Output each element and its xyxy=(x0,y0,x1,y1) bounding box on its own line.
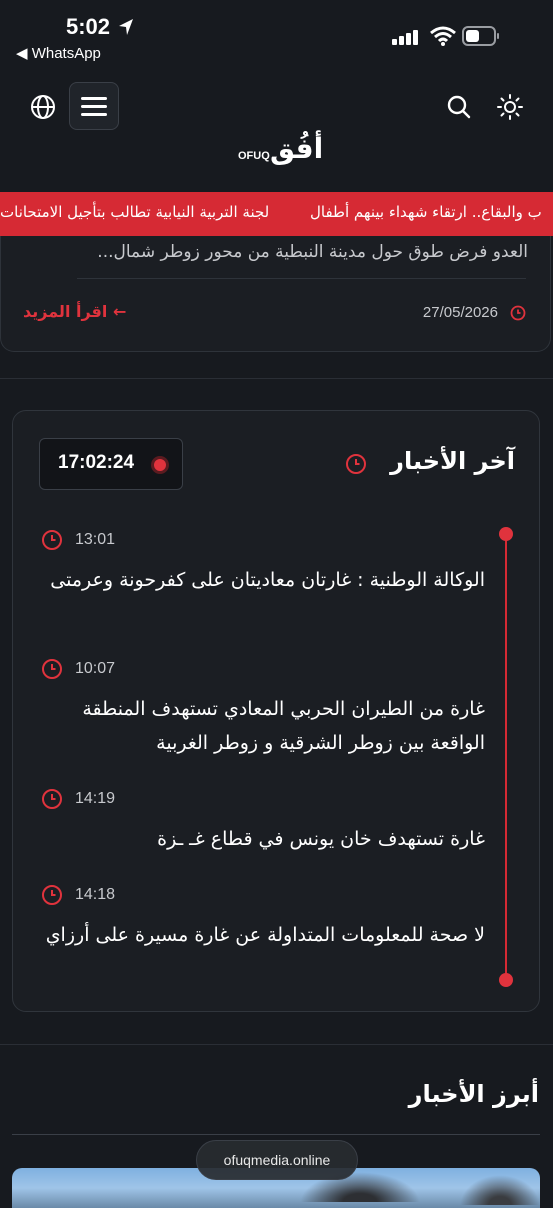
timeline-line xyxy=(505,533,507,979)
ticker-item[interactable]: ب والبقاع.. ارتقاء شهداء بينهم أطفال xyxy=(310,203,542,221)
globe-language-icon[interactable] xyxy=(30,94,56,120)
article-date: 27/05/2026 xyxy=(422,304,498,321)
article-card[interactable]: العدو فرض طوق حول مدينة النبطية من محور … xyxy=(0,236,551,352)
live-clock: 17:02:24 xyxy=(39,438,183,490)
hamburger-icon xyxy=(81,97,107,116)
timeline-start-dot xyxy=(499,527,513,541)
site-logo[interactable]: OFUQ أفُق xyxy=(236,132,326,178)
news-time: 10:07 xyxy=(75,660,116,677)
live-indicator-dot xyxy=(154,459,166,471)
clock-icon xyxy=(42,659,62,679)
image-tree-silhouette xyxy=(460,1175,540,1205)
location-arrow-icon xyxy=(119,19,133,35)
latest-news-title: آخر الأخبار xyxy=(390,447,515,475)
back-to-whatsapp-link[interactable]: ◀ WhatsApp xyxy=(16,44,101,62)
section-separator xyxy=(0,1044,553,1045)
ticker-item[interactable]: لجنة التربية النيابية تطالب بتأجيل الامت… xyxy=(0,203,269,221)
news-headline[interactable]: غارة من الطيران الحربي المعادي تستهدف ال… xyxy=(37,692,485,760)
logo-arabic: أفُق xyxy=(270,132,324,165)
battery-icon xyxy=(462,26,499,46)
search-icon[interactable] xyxy=(446,94,472,120)
status-time: 5:02 xyxy=(66,14,111,39)
latest-news-panel: آخر الأخبار 17:02:24 13:01 الوكالة الوطن… xyxy=(12,410,540,1012)
news-time: 13:01 xyxy=(75,531,116,548)
news-headline[interactable]: غارة تستهدف خان يونس في قطاع غـ ـزة xyxy=(37,822,485,856)
clock-icon xyxy=(42,885,62,905)
clock-icon xyxy=(510,305,526,321)
clock-icon xyxy=(346,454,366,474)
browser-url-bar[interactable]: ofuqmedia.online xyxy=(196,1140,358,1180)
wifi-icon xyxy=(430,26,456,46)
clock-icon xyxy=(42,530,62,550)
news-headline[interactable]: الوكالة الوطنية : غارتان معاديتان على كف… xyxy=(37,563,485,597)
article-excerpt: العدو فرض طوق حول مدينة النبطية من محور … xyxy=(97,242,528,262)
clock-icon xyxy=(42,789,62,809)
news-time: 14:18 xyxy=(75,886,116,903)
section-underline xyxy=(12,1134,540,1135)
url-text: ofuqmedia.online xyxy=(223,1152,331,1168)
timeline-end-dot xyxy=(499,973,513,987)
cellular-signal-icon xyxy=(392,30,418,45)
read-more-link[interactable]: اقرأ المزيد ← xyxy=(23,302,126,321)
section-separator xyxy=(0,378,553,379)
logo-latin: OFUQ xyxy=(238,150,270,162)
live-clock-time: 17:02:24 xyxy=(58,452,135,473)
theme-toggle-sun-icon[interactable] xyxy=(497,94,523,120)
card-divider xyxy=(77,278,526,279)
highlights-title: أبرز الأخبار xyxy=(408,1080,539,1108)
menu-button[interactable] xyxy=(69,82,119,130)
news-time: 14:19 xyxy=(75,790,116,807)
breaking-news-ticker[interactable]: لجنة التربية النيابية تطالب بتأجيل الامت… xyxy=(0,192,553,236)
news-headline[interactable]: لا صحة للمعلومات المتداولة عن غارة مسيرة… xyxy=(37,918,485,952)
